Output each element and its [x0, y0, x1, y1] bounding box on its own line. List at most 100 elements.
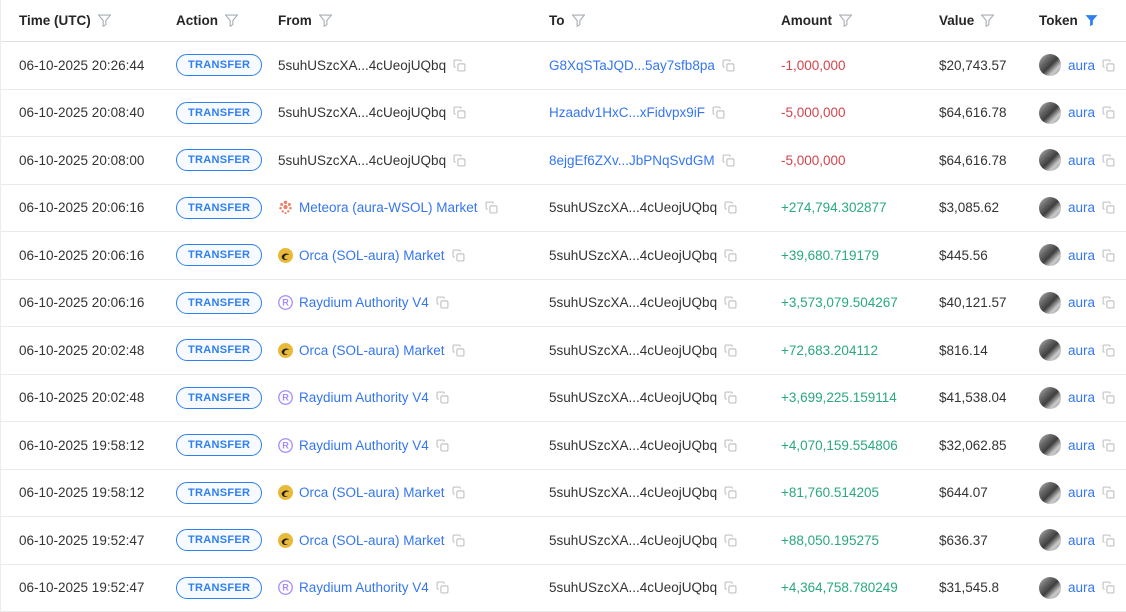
from-cell: Orca (SOL-aura) Market	[278, 343, 549, 358]
copy-icon[interactable]	[436, 581, 449, 594]
usd-value: $3,085.62	[939, 200, 999, 215]
transfer-badge[interactable]: TRANSFER	[176, 529, 262, 551]
copy-icon[interactable]	[722, 59, 735, 72]
filter-icon[interactable]	[981, 14, 994, 27]
copy-icon[interactable]	[1102, 249, 1115, 262]
transfer-badge[interactable]: TRANSFER	[176, 434, 262, 456]
copy-icon[interactable]	[1102, 106, 1115, 119]
to-cell: Hzaadv1HxC...xFidvpx9iF	[549, 105, 781, 120]
copy-icon[interactable]	[1102, 154, 1115, 167]
filter-icon[interactable]	[839, 14, 852, 27]
from-entity-link[interactable]: Raydium Authority V4	[299, 390, 429, 405]
copy-icon[interactable]	[452, 249, 465, 262]
value-cell: $445.56	[939, 248, 1039, 263]
transfer-badge[interactable]: TRANSFER	[176, 149, 262, 171]
copy-icon[interactable]	[436, 439, 449, 452]
copy-icon[interactable]	[724, 391, 737, 404]
filter-icon[interactable]	[572, 14, 585, 27]
copy-icon[interactable]	[436, 391, 449, 404]
token-link[interactable]: aura	[1068, 105, 1095, 120]
copy-icon[interactable]	[724, 439, 737, 452]
from-entity-link[interactable]: Meteora (aura-WSOL) Market	[299, 200, 478, 215]
token-link[interactable]: aura	[1068, 200, 1095, 215]
copy-icon[interactable]	[1102, 486, 1115, 499]
copy-icon[interactable]	[453, 59, 466, 72]
token-cell: aura	[1039, 482, 1126, 504]
token-link[interactable]: aura	[1068, 438, 1095, 453]
copy-icon[interactable]	[1102, 59, 1115, 72]
copy-icon[interactable]	[724, 486, 737, 499]
action-cell: TRANSFER	[176, 244, 278, 266]
transfer-badge[interactable]: TRANSFER	[176, 102, 262, 124]
filter-icon[interactable]	[319, 14, 332, 27]
copy-icon[interactable]	[1102, 391, 1115, 404]
time-cell: 06-10-2025 20:08:40	[1, 105, 176, 120]
from-entity-link[interactable]: Orca (SOL-aura) Market	[299, 248, 445, 263]
action-cell: TRANSFER	[176, 577, 278, 599]
copy-icon[interactable]	[1102, 581, 1115, 594]
usd-value: $40,121.57	[939, 295, 1007, 310]
copy-icon[interactable]	[724, 201, 737, 214]
copy-icon[interactable]	[453, 106, 466, 119]
svg-text:R: R	[282, 393, 289, 403]
from-entity-link[interactable]: Raydium Authority V4	[299, 580, 429, 595]
from-entity-link[interactable]: Orca (SOL-aura) Market	[299, 485, 445, 500]
transfer-badge[interactable]: TRANSFER	[176, 339, 262, 361]
copy-icon[interactable]	[724, 296, 737, 309]
copy-icon[interactable]	[1102, 201, 1115, 214]
token-link[interactable]: aura	[1068, 248, 1095, 263]
token-link[interactable]: aura	[1068, 580, 1095, 595]
amount-value: +39,680.719179	[781, 248, 879, 263]
transfer-badge[interactable]: TRANSFER	[176, 482, 262, 504]
orca-icon	[278, 248, 293, 263]
value-cell: $816.14	[939, 343, 1039, 358]
filter-icon[interactable]	[98, 14, 111, 27]
transfer-badge[interactable]: TRANSFER	[176, 292, 262, 314]
copy-icon[interactable]	[722, 154, 735, 167]
filter-active-icon[interactable]	[1085, 14, 1098, 27]
from-entity-link[interactable]: Raydium Authority V4	[299, 438, 429, 453]
value-cell: $41,538.04	[939, 390, 1039, 405]
token-link[interactable]: aura	[1068, 153, 1095, 168]
copy-icon[interactable]	[724, 249, 737, 262]
copy-icon[interactable]	[452, 534, 465, 547]
copy-icon[interactable]	[436, 296, 449, 309]
token-link[interactable]: aura	[1068, 58, 1095, 73]
to-address-link[interactable]: 8ejgEf6ZXv...JbPNqSvdGM	[549, 153, 715, 168]
copy-icon[interactable]	[1102, 439, 1115, 452]
from-entity-link[interactable]: Orca (SOL-aura) Market	[299, 343, 445, 358]
transfer-badge[interactable]: TRANSFER	[176, 197, 262, 219]
copy-icon[interactable]	[452, 344, 465, 357]
token-link[interactable]: aura	[1068, 485, 1095, 500]
from-entity-link[interactable]: Orca (SOL-aura) Market	[299, 533, 445, 548]
to-address-link[interactable]: G8XqSTaJQD...5ay7sfb8pa	[549, 58, 715, 73]
token-link[interactable]: aura	[1068, 295, 1095, 310]
copy-icon[interactable]	[485, 201, 498, 214]
copy-icon[interactable]	[1102, 534, 1115, 547]
amount-value: +274,794.302877	[781, 200, 886, 215]
transfer-badge[interactable]: TRANSFER	[176, 244, 262, 266]
copy-icon[interactable]	[453, 154, 466, 167]
transfer-badge[interactable]: TRANSFER	[176, 387, 262, 409]
copy-icon[interactable]	[724, 344, 737, 357]
raydium-icon: R	[278, 438, 293, 453]
filter-icon[interactable]	[225, 14, 238, 27]
copy-icon[interactable]	[1102, 344, 1115, 357]
token-link[interactable]: aura	[1068, 533, 1095, 548]
to-address-link[interactable]: Hzaadv1HxC...xFidvpx9iF	[549, 105, 705, 120]
value-cell: $32,062.85	[939, 438, 1039, 453]
copy-icon[interactable]	[724, 581, 737, 594]
transfer-badge[interactable]: TRANSFER	[176, 577, 262, 599]
copy-icon[interactable]	[724, 534, 737, 547]
from-entity-link[interactable]: Raydium Authority V4	[299, 295, 429, 310]
copy-icon[interactable]	[452, 486, 465, 499]
token-link[interactable]: aura	[1068, 390, 1095, 405]
transfer-badge[interactable]: TRANSFER	[176, 54, 262, 76]
token-link[interactable]: aura	[1068, 343, 1095, 358]
from-address: 5suhUSzcXA...4cUeojUQbq	[278, 153, 446, 168]
table-row: 06-10-2025 19:58:12TRANSFERRRaydium Auth…	[1, 422, 1126, 470]
from-cell: R Raydium Authority V4	[278, 390, 549, 405]
copy-icon[interactable]	[712, 106, 725, 119]
copy-icon[interactable]	[1102, 296, 1115, 309]
token-cell: aura	[1039, 149, 1126, 171]
